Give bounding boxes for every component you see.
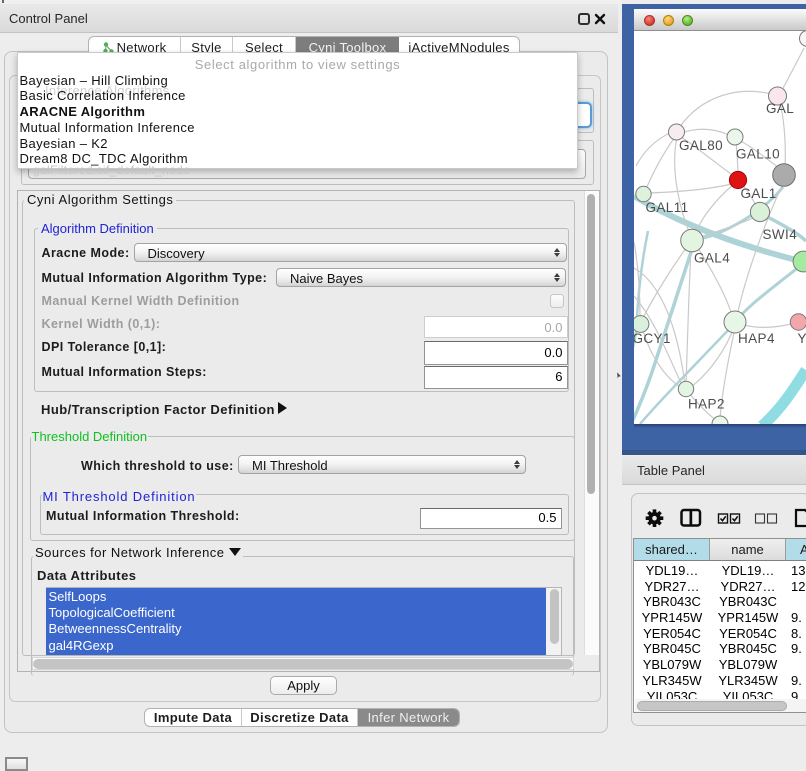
- svg-text:GAL4: GAL4: [694, 251, 730, 266]
- svg-text:HAP4: HAP4: [738, 331, 775, 346]
- svg-text:HAP2: HAP2: [688, 397, 725, 412]
- svg-text:GAL11: GAL11: [646, 200, 689, 215]
- svg-text:GAL: GAL: [766, 101, 794, 116]
- svg-text:GAL10: GAL10: [736, 147, 780, 162]
- svg-text:GAL80: GAL80: [679, 138, 723, 153]
- svg-text:Y: Y: [798, 331, 806, 346]
- svg-text:GCY1: GCY1: [634, 331, 671, 346]
- svg-text:SWI4: SWI4: [763, 227, 798, 242]
- svg-text:GAL1: GAL1: [741, 186, 777, 201]
